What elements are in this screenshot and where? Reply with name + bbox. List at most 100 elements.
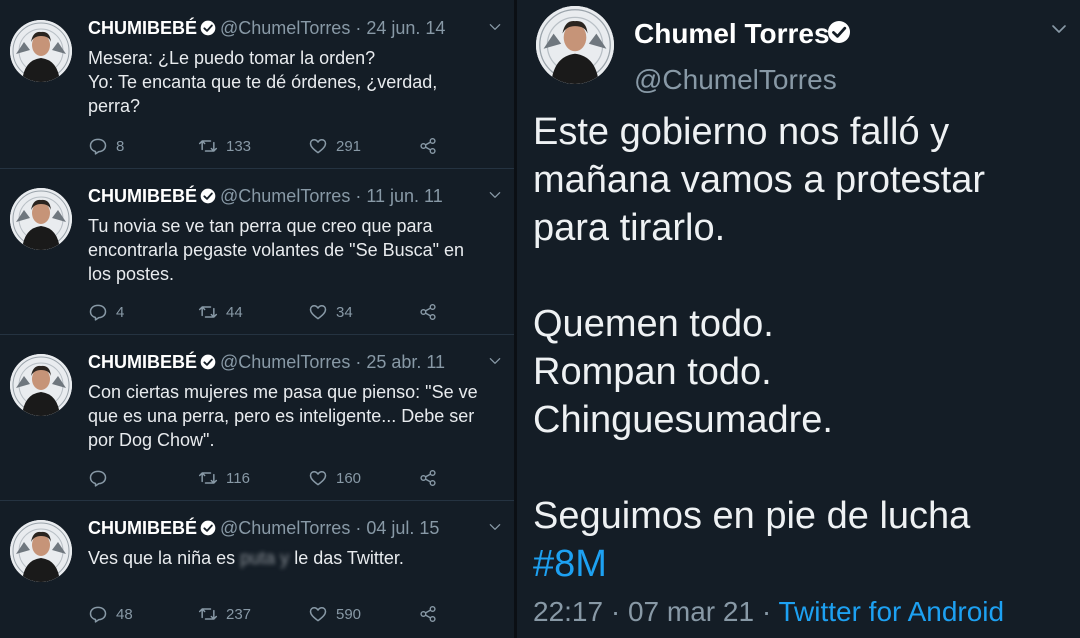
- like-button[interactable]: 34: [308, 302, 353, 322]
- tweet-line: Yo: Te encanta que te dé órdenes, ¿verda…: [88, 72, 438, 92]
- tweet-date[interactable]: 11 jun. 11: [366, 186, 442, 206]
- source-link[interactable]: Twitter for Android: [778, 596, 1004, 627]
- tweet-line: Chinguesumadre.: [533, 399, 833, 441]
- hashtag-link[interactable]: #8M: [533, 540, 1073, 588]
- tweet-date[interactable]: 25 abr. 11: [366, 352, 445, 372]
- tweet-line: que es una perra, pero es inteligente...…: [88, 406, 475, 426]
- like-button[interactable]: 291: [308, 136, 361, 156]
- tweet-line: Este gobierno nos falló y: [533, 111, 950, 153]
- author-handle[interactable]: @ChumelTorres: [220, 518, 350, 538]
- retweet-count: 44: [226, 303, 243, 321]
- avatar[interactable]: [10, 20, 72, 82]
- like-count: 291: [336, 137, 362, 155]
- reply-button[interactable]: 48: [88, 604, 133, 624]
- tweet-line: los postes.: [88, 264, 175, 284]
- avatar[interactable]: [10, 188, 72, 250]
- share-button[interactable]: [418, 136, 438, 156]
- like-button[interactable]: 160: [308, 468, 361, 488]
- verified-icon: [200, 520, 216, 536]
- tweet-header: CHUMIBEBÉ @ChumelTorres · 11 jun. 11: [88, 186, 443, 207]
- reply-button[interactable]: [88, 468, 116, 488]
- tweet-line: Ves que la niña es puta y le das Twitter…: [88, 546, 498, 570]
- tweet-item[interactable]: CHUMIBEBÉ @ChumelTorres · 24 jun. 14 Mese…: [0, 0, 514, 169]
- tweet-line: Quemen todo.: [533, 303, 774, 345]
- separator: ·: [754, 596, 779, 627]
- author-name[interactable]: Chumel Torres: [634, 18, 830, 50]
- separator: ·: [350, 18, 367, 38]
- tweet-line: Con ciertas mujeres me pasa que pienso: …: [88, 382, 478, 402]
- retweet-count: 133: [226, 137, 252, 155]
- tweet-list: CHUMIBEBÉ @ChumelTorres · 24 jun. 14 Mese…: [0, 0, 514, 638]
- retweet-button[interactable]: 237: [198, 604, 251, 624]
- chevron-down-icon[interactable]: [488, 354, 502, 368]
- avatar[interactable]: [10, 520, 72, 582]
- tweet-header: CHUMIBEBÉ @ChumelTorres · 24 jun. 14: [88, 18, 445, 39]
- retweet-icon: [198, 136, 218, 156]
- retweet-button[interactable]: 133: [198, 136, 251, 156]
- tweet-text: Mesera: ¿Le puedo tomar la orden? Yo: Te…: [88, 46, 498, 118]
- tweet-line: Tu novia se ve tan perra que creo que pa…: [88, 216, 433, 236]
- chevron-down-icon[interactable]: [1050, 20, 1068, 38]
- tweet-date[interactable]: 07 mar 21: [628, 596, 754, 627]
- tweet-item[interactable]: CHUMIBEBÉ @ChumelTorres · 04 jul. 15 Ves …: [0, 500, 514, 638]
- like-count: 34: [336, 303, 353, 321]
- main-tweet[interactable]: Chumel Torres @ChumelTorres Este gobiern…: [517, 0, 1080, 638]
- verified-icon: [200, 354, 216, 370]
- like-button[interactable]: 590: [308, 604, 361, 624]
- tweet-item[interactable]: CHUMIBEBÉ @ChumelTorres · 25 abr. 11 Con …: [0, 334, 514, 501]
- share-button[interactable]: [418, 604, 438, 624]
- retweet-count: 116: [226, 469, 250, 487]
- avatar[interactable]: [10, 354, 72, 416]
- separator: ·: [350, 352, 367, 372]
- like-icon: [308, 468, 328, 488]
- author-name[interactable]: CHUMIBEBÉ: [88, 352, 197, 372]
- reply-icon: [88, 302, 108, 322]
- tweet-header: CHUMIBEBÉ @ChumelTorres · 04 jul. 15: [88, 518, 439, 539]
- like-icon: [308, 302, 328, 322]
- author-handle[interactable]: @ChumelTorres: [634, 64, 837, 96]
- tweet-date[interactable]: 24 jun. 14: [366, 18, 445, 38]
- tweet-text: Tu novia se ve tan perra que creo que pa…: [88, 214, 498, 286]
- retweet-button[interactable]: 116: [198, 468, 250, 488]
- tweet-item[interactable]: CHUMIBEBÉ @ChumelTorres · 11 jun. 11 Tu n…: [0, 168, 514, 335]
- author-name[interactable]: CHUMIBEBÉ: [88, 518, 197, 538]
- tweet-text-segment: le das Twitter.: [294, 548, 404, 568]
- author-name[interactable]: CHUMIBEBÉ: [88, 18, 197, 38]
- reply-count: 4: [116, 303, 125, 321]
- verified-icon: [200, 20, 216, 36]
- retweet-count: 237: [226, 605, 252, 623]
- reply-button[interactable]: 8: [88, 136, 124, 156]
- reply-count: 8: [116, 137, 125, 155]
- author-handle[interactable]: @ChumelTorres: [220, 186, 350, 206]
- retweet-button[interactable]: 44: [198, 302, 243, 322]
- reply-button[interactable]: 4: [88, 302, 124, 322]
- retweet-icon: [198, 604, 218, 624]
- chevron-down-icon[interactable]: [488, 520, 502, 534]
- tweet-line: perra?: [88, 96, 141, 116]
- avatar[interactable]: [536, 6, 614, 84]
- retweet-icon: [198, 468, 218, 488]
- verified-icon: [200, 188, 216, 204]
- tweet-line: Rompan todo.: [533, 351, 772, 393]
- author-name[interactable]: CHUMIBEBÉ: [88, 186, 197, 206]
- like-count: 160: [336, 469, 362, 487]
- author-handle[interactable]: @ChumelTorres: [220, 18, 350, 38]
- share-icon: [418, 302, 438, 322]
- tweet-line: por Dog Chow".: [88, 430, 215, 450]
- tweet-text: Este gobierno nos falló y mañana vamos a…: [533, 108, 1073, 588]
- chevron-down-icon[interactable]: [488, 188, 502, 202]
- tweet-line: encontrarla pegaste volantes de "Se Busc…: [88, 240, 465, 260]
- separator: ·: [603, 596, 628, 627]
- chevron-down-icon[interactable]: [488, 20, 502, 34]
- retweet-icon: [198, 302, 218, 322]
- tweet-time[interactable]: 22:17: [533, 596, 603, 627]
- author-handle[interactable]: @ChumelTorres: [220, 352, 350, 372]
- tweet-text: Ves que la niña es puta y le das Twitter…: [88, 546, 498, 570]
- share-button[interactable]: [418, 302, 438, 322]
- tweet-date[interactable]: 04 jul. 15: [366, 518, 439, 538]
- verified-icon: [827, 20, 851, 44]
- reply-icon: [88, 604, 108, 624]
- share-button[interactable]: [418, 468, 438, 488]
